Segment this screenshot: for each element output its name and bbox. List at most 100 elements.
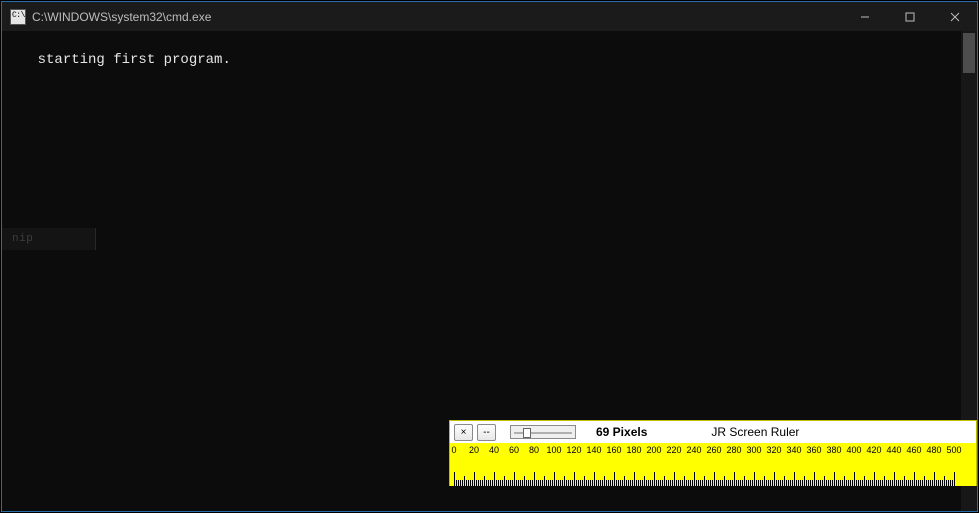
ruler-tick-minor [482, 480, 483, 486]
ruler-tick-minor [672, 480, 673, 486]
close-button[interactable] [932, 2, 977, 31]
ruler-tick-minor [856, 480, 857, 486]
cmd-title: C:\WINDOWS\system32\cmd.exe [32, 10, 211, 24]
ruler-tick-minor [590, 480, 591, 486]
ruler-tick-label: 140 [586, 445, 601, 455]
ruler-tick-minor [718, 480, 719, 486]
ruler-tick-minor [552, 480, 553, 486]
ruler-tick-minor [538, 480, 539, 486]
ruler-tick-minor [860, 480, 861, 486]
ruler-tick-minor [456, 480, 457, 486]
ruler-tick-mid [524, 476, 525, 486]
ruler-tick-major [734, 472, 735, 486]
maximize-button[interactable] [887, 2, 932, 31]
ruler-tick-label: 400 [846, 445, 861, 455]
ruler-tick-mid [904, 476, 905, 486]
cmd-scrollbar-thumb[interactable] [963, 33, 975, 73]
ruler-tick-minor [886, 480, 887, 486]
ruler-tick-minor [528, 480, 529, 486]
ruler-size-slider[interactable] [510, 425, 576, 439]
ruler-tick-major [894, 472, 895, 486]
ruler-tick-minor [896, 480, 897, 486]
ruler-tick-label: 20 [469, 445, 479, 455]
ruler-tick-major [594, 472, 595, 486]
ruler-tick-minor [716, 480, 717, 486]
ruler-tick-minor [708, 480, 709, 486]
ruler-tick-minor [636, 480, 637, 486]
ruler-tick-minor [698, 480, 699, 486]
ruler-tick-minor [460, 480, 461, 486]
ruler-close-button[interactable]: × [454, 424, 473, 441]
ruler-tick-minor [710, 480, 711, 486]
minimize-button[interactable] [842, 2, 887, 31]
ruler-tick-label: 500 [946, 445, 961, 455]
ruler-tick-label: 280 [726, 445, 741, 455]
ruler-tick-minor [540, 480, 541, 486]
ruler-tick-minor [500, 480, 501, 486]
ruler-tick-mid [704, 476, 705, 486]
ruler-tick-major [834, 472, 835, 486]
ruler-tick-minor [938, 480, 939, 486]
ruler-tick-minor [600, 480, 601, 486]
ruler-tick-mid [844, 476, 845, 486]
ghost-overlay-button[interactable]: nip [2, 228, 96, 250]
ruler-tick-minor [602, 480, 603, 486]
ruler-tick-major [614, 472, 615, 486]
ruler-tick-minor [848, 480, 849, 486]
ruler-tick-minor [568, 480, 569, 486]
ruler-tick-minor [486, 480, 487, 486]
ruler-scale[interactable]: 0204060801001201401601802002202402602803… [450, 443, 976, 486]
ruler-tick-minor [890, 480, 891, 486]
ruler-tick-major [474, 472, 475, 486]
screen-ruler-window[interactable]: × -- 69 Pixels JR Screen Ruler 020406080… [449, 420, 977, 486]
ruler-tick-minor [632, 480, 633, 486]
ruler-tick-minor [588, 480, 589, 486]
ruler-menu-button[interactable]: -- [477, 424, 496, 441]
ruler-tick-mid [944, 476, 945, 486]
ruler-tick-minor [798, 480, 799, 486]
ruler-tick-minor [706, 480, 707, 486]
ruler-tick-minor [496, 480, 497, 486]
ruler-tick-minor [550, 480, 551, 486]
ruler-tick-minor [668, 480, 669, 486]
slider-thumb-icon[interactable] [523, 428, 531, 438]
ruler-tick-minor [738, 480, 739, 486]
ruler-tick-major [574, 472, 575, 486]
ruler-tick-minor [730, 480, 731, 486]
ruler-tick-minor [516, 480, 517, 486]
ruler-tick-minor [490, 480, 491, 486]
minimize-icon [860, 12, 870, 22]
ruler-tick-minor [910, 480, 911, 486]
ruler-tick-minor [940, 480, 941, 486]
ruler-tick-major [654, 472, 655, 486]
ruler-tick-minor [806, 480, 807, 486]
ruler-tick-minor [952, 480, 953, 486]
ruler-tick-labels: 0204060801001201401601802002202402602803… [450, 445, 976, 457]
ruler-tick-mid [864, 476, 865, 486]
ruler-tick-minor [758, 480, 759, 486]
ruler-tick-mid [464, 476, 465, 486]
ruler-tick-minor [618, 480, 619, 486]
ruler-tick-major [754, 472, 755, 486]
ruler-tick-minor [786, 480, 787, 486]
ruler-tick-minor [822, 480, 823, 486]
ruler-tick-minor [546, 480, 547, 486]
ruler-tick-minor [810, 480, 811, 486]
ruler-tick-label: 380 [826, 445, 841, 455]
ruler-tick-minor [648, 480, 649, 486]
ruler-tick-mid [744, 476, 745, 486]
ruler-tick-minor [900, 480, 901, 486]
ruler-tick-minor [726, 480, 727, 486]
ruler-tick-minor [508, 480, 509, 486]
ruler-tick-minor [828, 480, 829, 486]
ruler-tick-minor [796, 480, 797, 486]
ruler-tick-minor [792, 480, 793, 486]
ruler-tick-minor [888, 480, 889, 486]
ruler-tick-minor [768, 480, 769, 486]
ruler-tick-minor [750, 480, 751, 486]
ruler-tick-minor [662, 480, 663, 486]
ruler-tick-minor [626, 480, 627, 486]
cmd-titlebar[interactable]: C:\ C:\WINDOWS\system32\cmd.exe [2, 2, 977, 31]
ruler-tick-minor [570, 480, 571, 486]
ruler-tick-minor [808, 480, 809, 486]
